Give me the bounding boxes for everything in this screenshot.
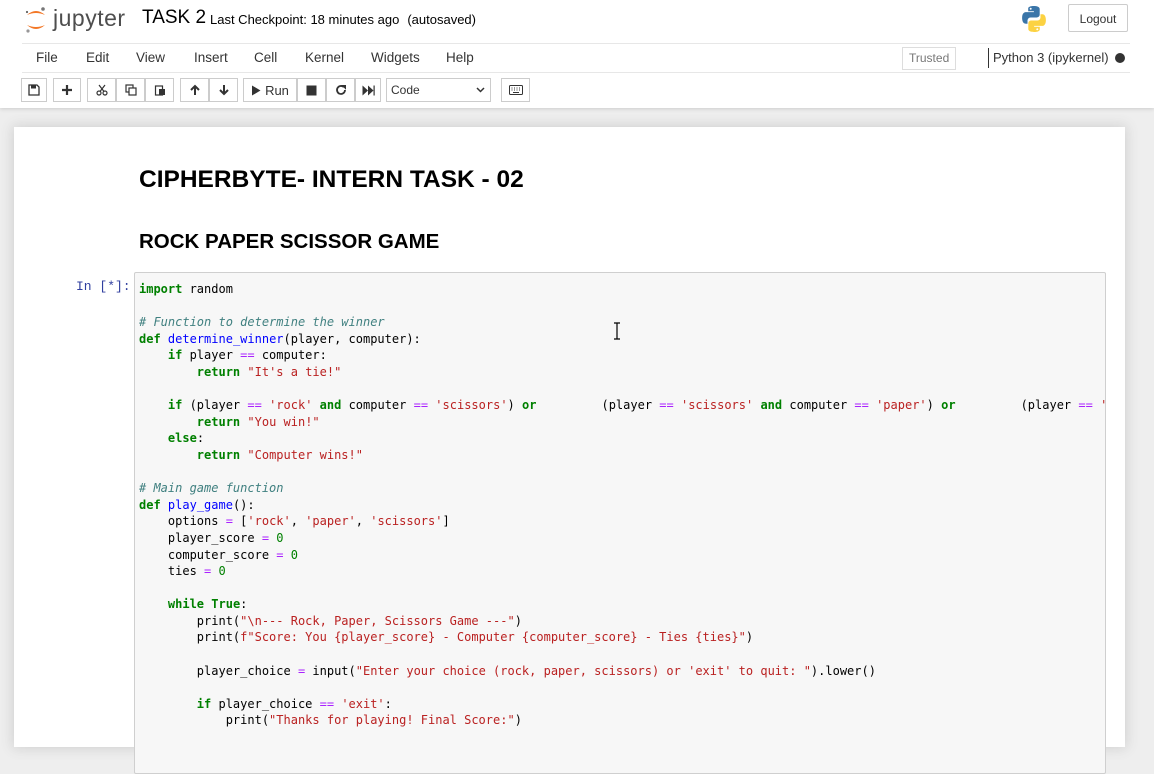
move-down-button[interactable] [209,78,238,102]
menu-widgets[interactable]: Widgets [371,50,420,65]
plus-icon [62,85,72,95]
run-label: Run [265,82,289,98]
stop-icon [306,85,317,95]
trusted-indicator[interactable]: Trusted [902,47,957,70]
fast-forward-icon [362,85,375,95]
paste-button[interactable] [145,78,174,102]
cell-type-select[interactable]: Code [386,78,491,102]
keyboard-icon [508,85,523,95]
restart-button[interactable] [326,78,355,102]
text-cursor-icon [614,322,620,340]
menu-insert[interactable]: Insert [194,50,228,65]
menu-help[interactable]: Help [446,50,474,65]
toolbar: Run Code [0,78,1154,104]
jupyter-logo[interactable]: jupyter [24,4,134,36]
kernel-separator [988,48,989,68]
cell-type-value: Code [391,83,420,97]
python-logo-icon [1022,6,1046,32]
menu-cell[interactable]: Cell [254,50,277,65]
markdown-heading-2[interactable]: ROCK PAPER SCISSOR GAME [139,230,439,254]
refresh-icon [335,85,346,95]
paste-icon [154,85,165,96]
menubar: File Edit View Insert Cell Kernel Widget… [22,43,1130,73]
run-button[interactable]: Run [243,78,297,102]
jupyter-orbit-icon [25,7,45,33]
interrupt-button[interactable] [297,78,326,102]
arrow-down-icon [218,85,229,96]
play-icon [252,85,261,95]
kernel-name[interactable]: Python 3 (ipykernel) [993,50,1109,65]
menu-kernel[interactable]: Kernel [305,50,344,65]
restart-run-all-button[interactable] [355,78,381,102]
header: jupyter TASK 2 Last Checkpoint: 18 minut… [0,0,1154,108]
copy-button[interactable] [116,78,145,102]
notebook-title[interactable]: TASK 2 [142,7,206,29]
menu-edit[interactable]: Edit [86,50,109,65]
arrow-up-icon [189,84,200,95]
menu-view[interactable]: View [136,50,165,65]
checkpoint-text: Last Checkpoint: 18 minutes ago [210,12,400,27]
scissors-icon [95,84,108,96]
checkpoint-status: Last Checkpoint: 18 minutes ago (autosave… [210,12,476,27]
code-cell-editor[interactable]: import random # Function to determine th… [134,272,1106,774]
move-up-button[interactable] [180,78,209,102]
logo-text: jupyter [53,5,126,31]
insert-cell-button[interactable] [53,78,81,102]
logout-button[interactable]: Logout [1068,4,1128,32]
command-palette-button[interactable] [501,78,530,102]
save-button[interactable] [21,78,47,102]
save-icon [28,84,40,96]
copy-icon [124,84,137,96]
chevron-down-icon [476,87,485,93]
menu-file[interactable]: File [36,50,58,65]
notebook-container: CIPHERBYTE- INTERN TASK - 02 ROCK PAPER … [14,127,1125,774]
autosave-status: (autosaved) [407,12,476,27]
top-bar: jupyter TASK 2 Last Checkpoint: 18 minut… [0,0,1154,42]
cell-prompt: In [*]: [76,279,131,294]
code-content: import random # Function to determine th… [139,282,1105,728]
cut-button[interactable] [87,78,116,102]
kernel-busy-icon [1115,53,1125,63]
markdown-heading-1[interactable]: CIPHERBYTE- INTERN TASK - 02 [139,166,524,194]
